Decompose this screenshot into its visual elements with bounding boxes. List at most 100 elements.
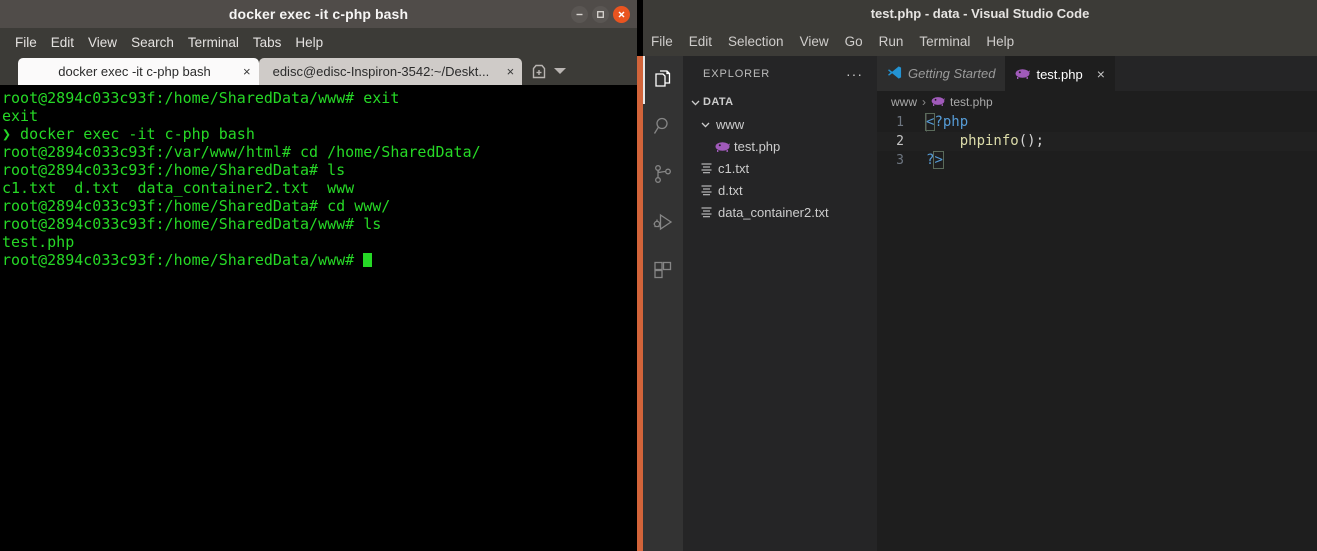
terminal-menubar: File Edit View Search Terminal Tabs Help <box>0 28 637 56</box>
tree-item-label: d.txt <box>718 182 743 198</box>
vscode-menu-help[interactable]: Help <box>978 32 1022 51</box>
code-token: phpinfo <box>959 133 1019 149</box>
terminal-line-text: docker exec -it c-php bash <box>11 125 255 143</box>
terminal-line: root@2894c033c93f:/home/SharedData/www# … <box>2 89 400 107</box>
tree-item-www[interactable]: www <box>683 113 877 135</box>
chevron-down-icon[interactable] <box>554 68 567 74</box>
breadcrumb-file[interactable]: test.php <box>950 95 993 109</box>
terminal-prompt-text: root@2894c033c93f:/home/SharedData/www# <box>2 251 364 269</box>
text-file-icon <box>697 206 715 218</box>
terminal-line: ❯ docker exec -it c-php bash <box>2 125 637 143</box>
vscode-logo-icon <box>887 65 902 83</box>
terminal-menu-search[interactable]: Search <box>124 33 181 52</box>
breadcrumb: www › test.php <box>877 91 1317 113</box>
vscode-window-title: test.php - data - Visual Studio Code <box>870 5 1090 21</box>
php-file-icon <box>1015 67 1031 82</box>
new-tab-icon[interactable] <box>530 62 548 80</box>
terminal-tab-1-close-icon[interactable]: × <box>507 64 515 79</box>
text-file-icon <box>697 162 715 174</box>
terminal-line: c1.txt d.txt data_container2.txt www <box>2 179 355 197</box>
code-token: > <box>933 151 944 169</box>
activity-extensions[interactable] <box>643 248 683 296</box>
editor-tab-getting-started[interactable]: Getting Started <box>877 56 1006 91</box>
terminal-tab-0-close-icon[interactable]: × <box>243 64 251 79</box>
vscode-window: test.php - data - Visual Studio Code Fil… <box>643 0 1317 551</box>
editor-tabs: Getting Started test.php × <box>877 56 1317 91</box>
prompt-chevron-icon: ❯ <box>2 125 12 143</box>
activity-explorer[interactable] <box>643 56 683 104</box>
vscode-menu-terminal[interactable]: Terminal <box>911 32 978 51</box>
terminal-line: exit <box>2 107 39 125</box>
terminal-line: test.php <box>2 233 75 251</box>
editor-area: Getting Started test.php × www › test.ph… <box>877 56 1317 551</box>
editor-tab-label: test.php <box>1036 66 1083 82</box>
vscode-titlebar: test.php - data - Visual Studio Code <box>643 0 1317 26</box>
vscode-menu-file[interactable]: File <box>643 32 681 51</box>
source-control-icon <box>651 162 675 191</box>
terminal-titlebar: docker exec -it c-php bash <box>0 0 637 28</box>
terminal-tab-1[interactable]: edisc@edisc-Inspiron-3542:~/Deskt... × <box>258 58 523 85</box>
terminal-cursor <box>363 253 373 267</box>
terminal-tab-0[interactable]: docker exec -it c-php bash × <box>18 58 259 85</box>
editor-tab-close-icon[interactable]: × <box>1097 66 1105 82</box>
terminal-menu-help[interactable]: Help <box>288 33 330 52</box>
activity-source-control[interactable] <box>643 152 683 200</box>
breadcrumb-folder[interactable]: www <box>891 95 917 109</box>
maximize-icon[interactable] <box>592 6 609 23</box>
line-number: 2 <box>896 134 904 149</box>
code-editor[interactable]: 1 <?php 2 phpinfo(); 3 ?> <box>877 113 1317 170</box>
more-actions-icon[interactable]: ··· <box>846 67 863 81</box>
terminal-line: root@2894c033c93f:/home/SharedData# cd w… <box>2 197 391 215</box>
code-token: (); <box>1018 133 1045 149</box>
terminal-tabbar-actions <box>530 62 567 85</box>
terminal-prompt-line: root@2894c033c93f:/home/SharedData/www# <box>2 251 637 269</box>
vscode-menu-run[interactable]: Run <box>871 32 912 51</box>
line-number: 1 <box>896 115 904 130</box>
activity-run-and-debug[interactable] <box>643 200 683 248</box>
search-icon <box>651 114 675 143</box>
screen: docker exec -it c-php bash File Edit Vie… <box>0 0 1317 551</box>
chevron-down-icon <box>687 97 703 108</box>
tree-item-label: data_container2.txt <box>718 204 829 220</box>
vscode-menubar: File Edit Selection View Go Run Terminal… <box>643 26 1317 56</box>
explorer-root-label: DATA <box>703 96 734 108</box>
terminal-output[interactable]: root@2894c033c93f:/home/SharedData/www# … <box>0 85 637 551</box>
breadcrumb-separator-icon: › <box>922 95 926 109</box>
php-file-icon <box>713 141 731 152</box>
tree-item-d-txt[interactable]: d.txt <box>683 179 877 201</box>
files-icon <box>651 66 675 95</box>
activity-search[interactable] <box>643 104 683 152</box>
explorer-sidebar: EXPLORER ··· DATA www test.php c1.txt d.… <box>683 56 877 551</box>
php-file-icon <box>931 95 945 109</box>
terminal-line: root@2894c033c93f:/home/SharedData# ls <box>2 161 346 179</box>
terminal-menu-terminal[interactable]: Terminal <box>181 33 246 52</box>
code-text: <?php <box>917 113 968 132</box>
terminal-menu-view[interactable]: View <box>81 33 124 52</box>
terminal-tabbar: docker exec -it c-php bash × edisc@edisc… <box>0 56 637 85</box>
run-and-debug-icon <box>651 210 675 239</box>
tree-item-data-container2-txt[interactable]: data_container2.txt <box>683 201 877 223</box>
terminal-tab-1-label: edisc@edisc-Inspiron-3542:~/Deskt... <box>272 64 490 79</box>
tree-item-test-php[interactable]: test.php <box>683 135 877 157</box>
close-icon[interactable] <box>613 6 630 23</box>
terminal-window-title: docker exec -it c-php bash <box>228 6 409 22</box>
minimize-icon[interactable] <box>571 6 588 23</box>
code-text: ?> <box>917 151 944 170</box>
vscode-menu-go[interactable]: Go <box>837 32 871 51</box>
chevron-down-icon <box>697 119 713 130</box>
code-line-2: 2 phpinfo(); <box>877 132 1317 151</box>
extensions-icon <box>651 258 675 287</box>
editor-tab-test-php[interactable]: test.php × <box>1005 56 1115 91</box>
explorer-root-folder[interactable]: DATA <box>683 91 877 113</box>
terminal-menu-tabs[interactable]: Tabs <box>246 33 289 52</box>
code-text: phpinfo(); <box>917 132 1044 151</box>
vscode-menu-selection[interactable]: Selection <box>720 32 792 51</box>
terminal-menu-file[interactable]: File <box>8 33 44 52</box>
terminal-menu-edit[interactable]: Edit <box>44 33 81 52</box>
tree-item-label: www <box>716 116 745 132</box>
editor-tab-label: Getting Started <box>908 66 996 81</box>
tree-item-c1-txt[interactable]: c1.txt <box>683 157 877 179</box>
vscode-menu-edit[interactable]: Edit <box>681 32 720 51</box>
vscode-menu-view[interactable]: View <box>792 32 837 51</box>
